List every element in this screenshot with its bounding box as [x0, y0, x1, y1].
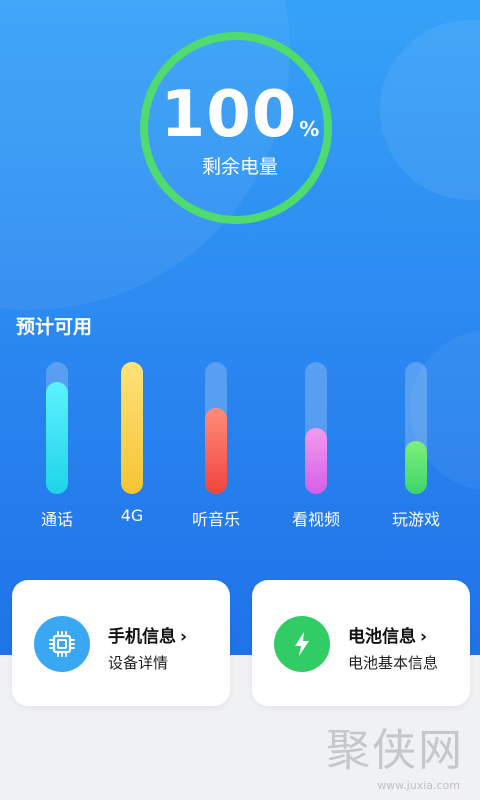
phone-info-subtitle: 设备详情: [108, 654, 169, 672]
usage-bar-3: [305, 362, 327, 494]
phone-info-title-text: 手机信息: [108, 627, 176, 647]
phone-info-title: 手机信息 ›: [108, 622, 187, 647]
battery-percent: 100%: [0, 78, 480, 152]
usage-bar-label: 听音乐: [191, 510, 240, 529]
battery-info-title: 电池信息 ›: [348, 622, 427, 647]
bolt-icon-svg: [295, 632, 309, 656]
usage-bar-label: 玩游戏: [391, 510, 440, 529]
bolt-icon: [274, 616, 330, 672]
chip-icon: [34, 616, 90, 672]
usage-bar-2: [205, 362, 227, 494]
chevron-right-icon: ›: [420, 627, 428, 647]
usage-bar-fill: [305, 428, 327, 494]
chevron-right-icon: ›: [180, 627, 188, 647]
watermark-url: www.juxia.com: [377, 779, 460, 792]
usage-bar-fill: [205, 408, 227, 494]
chip-icon-svg: [49, 631, 75, 657]
usage-bar-fill: [46, 382, 68, 494]
watermark-logo: 聚侠网: [326, 725, 464, 776]
battery-info-card[interactable]: 电池信息 › 电池基本信息: [252, 580, 470, 706]
battery-info-title-text: 电池信息: [348, 627, 416, 647]
usage-bar-1: [121, 362, 143, 494]
battery-hero: 100% 剩余电量 预计可用 通话 4G 听音乐 看视频 玩游戏: [0, 0, 480, 655]
usage-bar-4: [405, 362, 427, 494]
usage-bar-0: [46, 362, 68, 494]
battery-info-subtitle: 电池基本信息: [348, 654, 439, 672]
estimate-title: 预计可用: [16, 316, 93, 338]
phone-info-card[interactable]: 手机信息 › 设备详情: [12, 580, 230, 706]
usage-bar-fill: [405, 441, 427, 494]
percent-sign: %: [299, 117, 320, 141]
battery-percent-value: 100: [160, 78, 298, 152]
usage-bar-fill: [121, 362, 143, 494]
battery-remaining-label: 剩余电量: [201, 156, 278, 178]
usage-bar-label: 看视频: [291, 510, 340, 529]
